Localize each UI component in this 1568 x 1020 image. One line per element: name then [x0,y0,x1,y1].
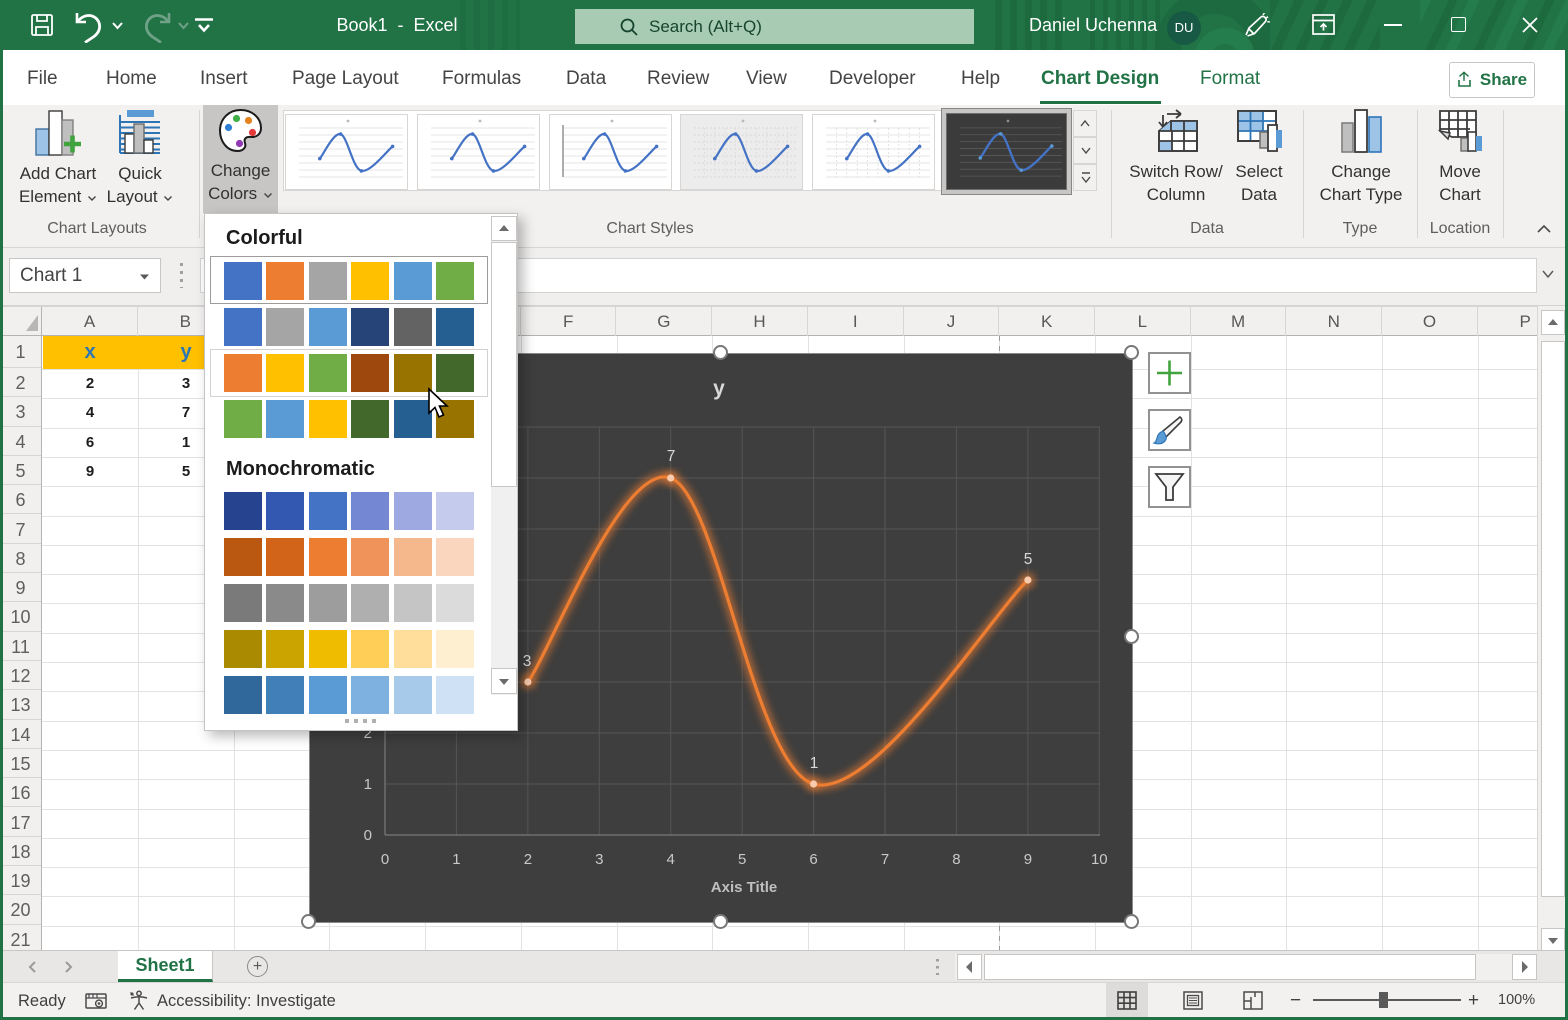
svg-text:3: 3 [595,851,603,868]
svg-text:7: 7 [881,851,889,868]
svg-text:1: 1 [452,851,460,868]
svg-text:6: 6 [809,851,817,868]
svg-text:Axis Title: Axis Title [711,879,777,896]
svg-text:9: 9 [1024,851,1032,868]
svg-text:y: y [713,377,725,400]
svg-text:0: 0 [364,827,372,844]
svg-text:5: 5 [738,851,746,868]
svg-text:4: 4 [667,851,675,868]
svg-text:0: 0 [381,851,389,868]
svg-text:1: 1 [810,755,819,772]
svg-text:5: 5 [1024,551,1033,568]
svg-text:8: 8 [952,851,960,868]
svg-text:7: 7 [667,448,676,465]
svg-text:1: 1 [364,776,372,793]
svg-text:3: 3 [523,653,532,670]
svg-text:2: 2 [524,851,532,868]
svg-text:10: 10 [1091,851,1108,868]
